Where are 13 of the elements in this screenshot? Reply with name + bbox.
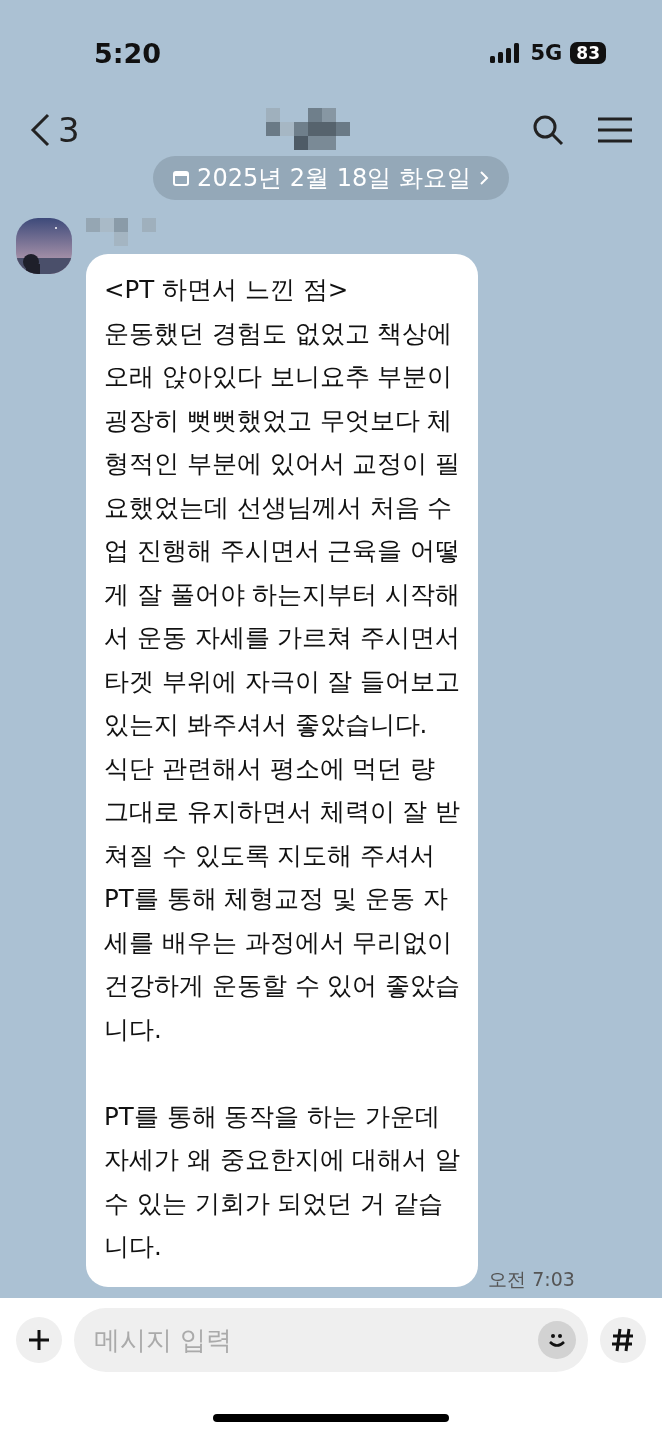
message-time: 오전 7:03	[488, 1266, 575, 1292]
menu-icon[interactable]	[598, 117, 632, 143]
message-bubble: <PT 하면서 느낀 점> 운동했던 경험도 없었고 책상에 오래 앉아있다 보니요추 부분이 굉장히 뻣뻣했었고 무엇보다 체 형적인 부분에 있어서 교정이 필 요했었는데 선생님께서 처음 수 업 진행해 주시면서 근육을 어떻 게 잘 풀어야 하는지부터 시작해 서 운동 자세를 가르쳐 주시면서 타겟 부위에 자극이 잘 들어보고 있는지 봐주셔서 좋았습니다. 식단 관련해서 평소에 먹던 량 그대로 유지하면서 체력이 잘 받 쳐질 수 있도록 지도해 주셔서 PT를 통해 체형교정 및 운동 자 세를 배우는 과정에서 무리없이 건강하게 운동할 수 있어 좋았습 니다. PT를 통해 동작을 하는 가운데 자세가 왜 중요한지에 대해서 알 수 있는 기회가 되었던 거 같습 니다.	[86, 254, 479, 1287]
search-icon[interactable]	[532, 114, 564, 146]
back-button[interactable]: 3	[30, 110, 80, 150]
network-label: 5G	[530, 41, 563, 65]
plus-icon	[27, 1328, 51, 1352]
battery-indicator: 83	[570, 42, 606, 64]
hashtag-icon[interactable]	[600, 1317, 646, 1363]
status-time: 5:20	[94, 37, 163, 69]
add-button[interactable]	[16, 1317, 62, 1363]
back-icon	[30, 113, 50, 147]
message-input[interactable]: 메시지 입력	[74, 1308, 588, 1372]
